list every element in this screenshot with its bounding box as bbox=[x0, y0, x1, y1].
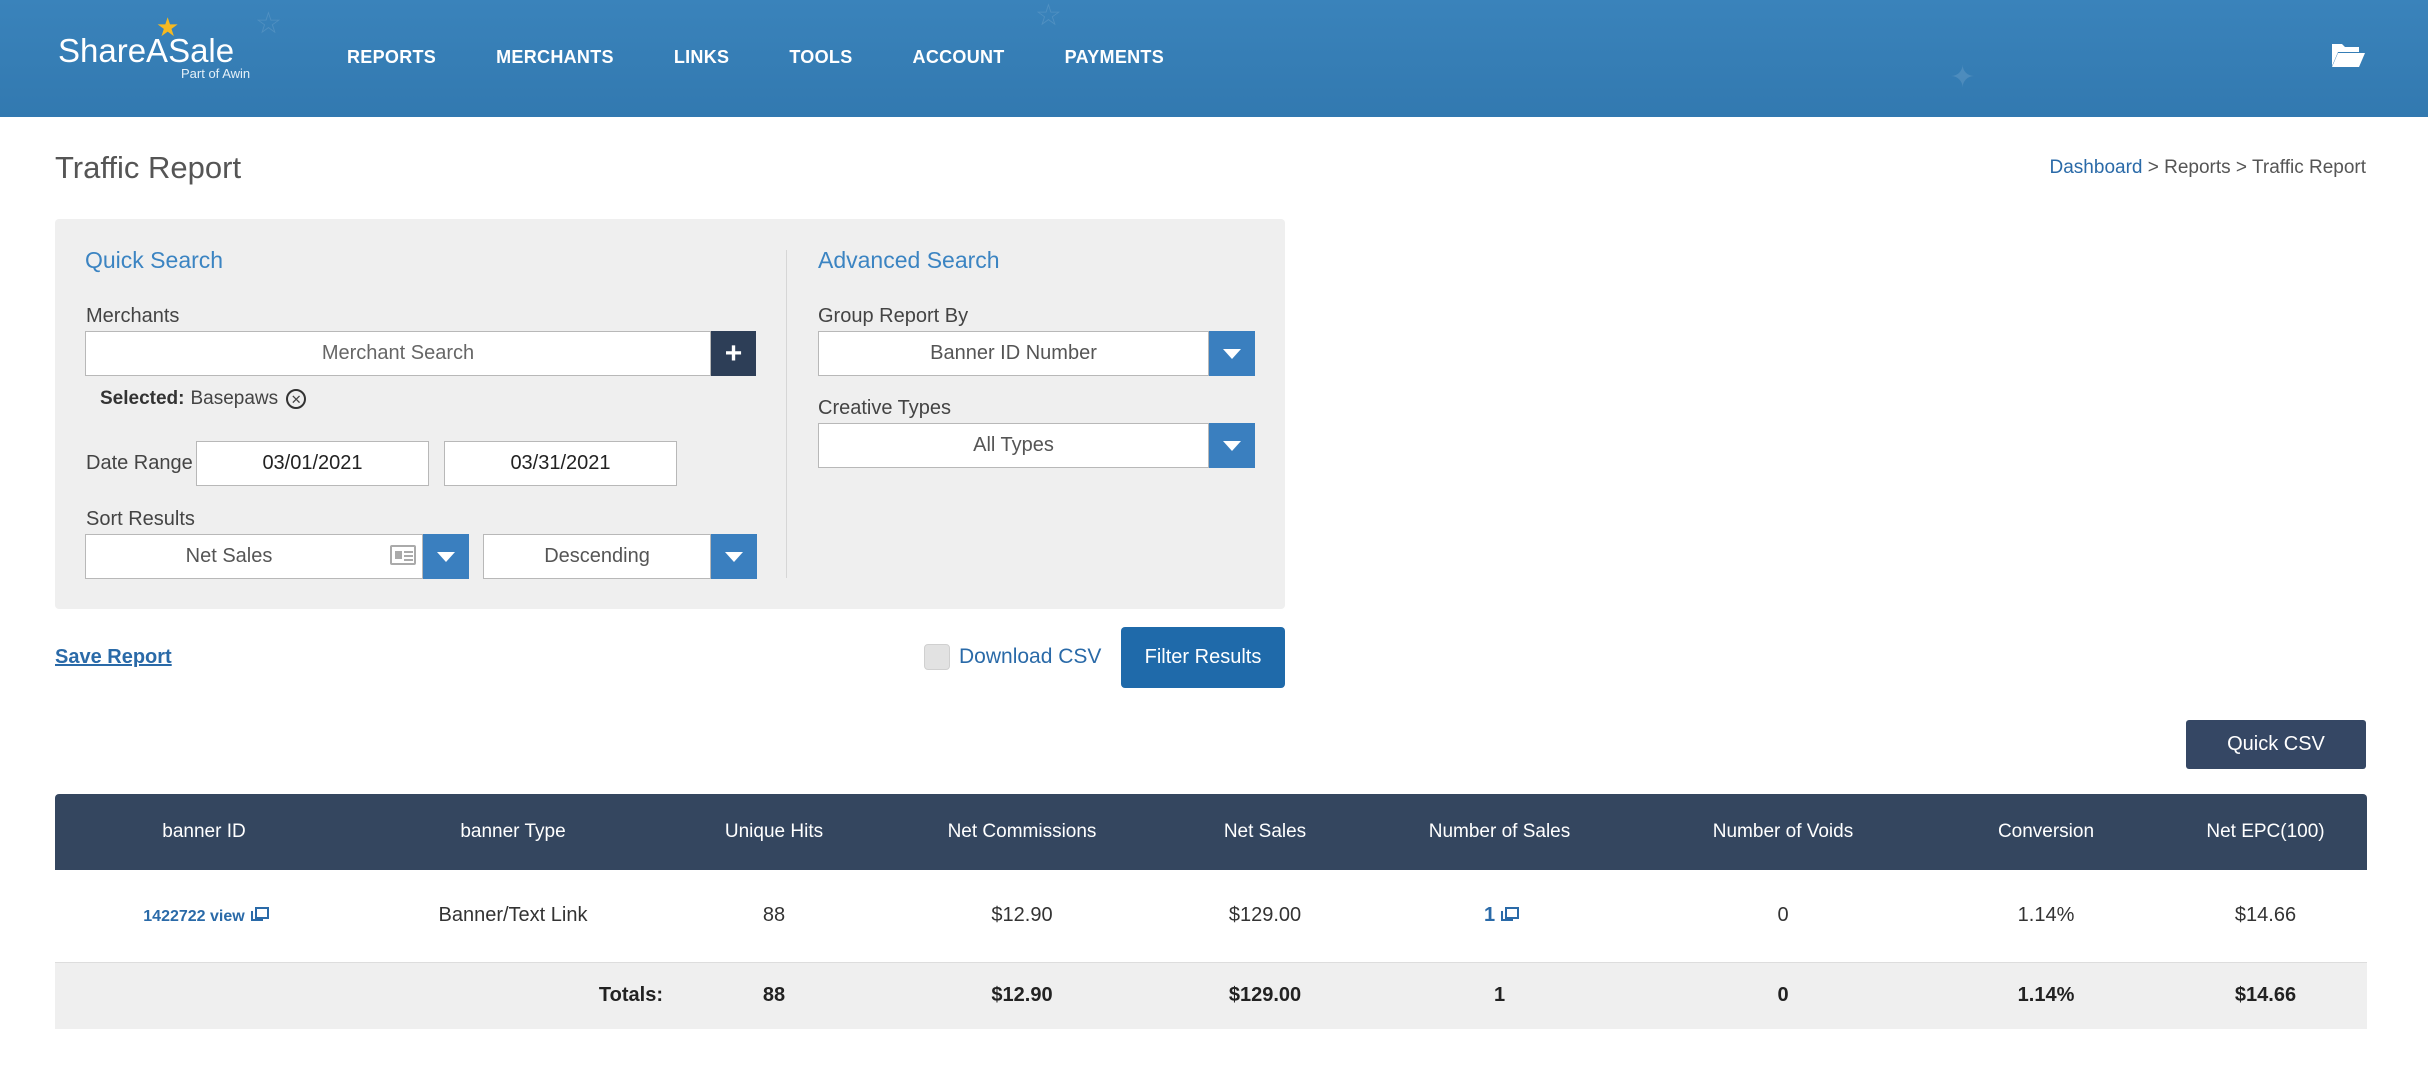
decorative-star-icon: ☆ bbox=[1035, 0, 1062, 32]
logo-text: ShareASale bbox=[58, 32, 235, 69]
decorative-comet-icon: ✦ bbox=[1950, 61, 1976, 94]
date-range-label: Date Range bbox=[86, 452, 193, 474]
page-title: Traffic Report bbox=[55, 150, 242, 185]
totals-row: Totals: 88 $12.90 $129.00 1 0 1.14% $14.… bbox=[55, 962, 2367, 1029]
filter-results-button[interactable]: Filter Results bbox=[1121, 627, 1285, 688]
plus-icon: + bbox=[724, 336, 743, 370]
decorative-star-icon: ☆ bbox=[255, 7, 282, 40]
panel-divider bbox=[786, 250, 787, 578]
table-row: 1422722 view Banner/Text Link 88 $12.90 … bbox=[55, 870, 2367, 963]
column-header[interactable]: banner ID bbox=[55, 794, 353, 870]
group-report-dropdown-button[interactable] bbox=[1209, 331, 1255, 376]
breadcrumb-trail: > Reports > Traffic Report bbox=[2142, 157, 2366, 178]
creative-types-select[interactable]: All Types bbox=[818, 423, 1209, 468]
selected-label: Selected: bbox=[100, 388, 185, 409]
breadcrumb-dashboard-link[interactable]: Dashboard bbox=[2050, 157, 2143, 178]
chevron-down-icon bbox=[437, 551, 455, 562]
nav-links[interactable]: LINKS bbox=[674, 47, 730, 68]
column-header[interactable]: Net EPC(100) bbox=[2164, 794, 2367, 870]
banner-type-cell: Banner/Text Link bbox=[353, 870, 673, 963]
selected-merchant-value: Basepaws bbox=[190, 388, 279, 409]
column-header[interactable]: Number of Voids bbox=[1638, 794, 1928, 870]
nav-tools[interactable]: TOOLS bbox=[789, 47, 852, 68]
merchant-search-input[interactable]: Merchant Search bbox=[85, 331, 711, 376]
id-card-icon bbox=[390, 545, 416, 565]
column-header[interactable]: Net Sales bbox=[1169, 794, 1361, 870]
chevron-down-icon bbox=[1223, 440, 1241, 451]
totals-net-sales: $129.00 bbox=[1169, 962, 1361, 1029]
date-from-input[interactable]: 03/01/2021 bbox=[196, 441, 429, 486]
unique-hits-cell: 88 bbox=[673, 870, 875, 963]
column-header[interactable]: banner Type bbox=[353, 794, 673, 870]
banner-id-cell: 1422722 view bbox=[55, 870, 353, 963]
column-header[interactable]: Conversion bbox=[1928, 794, 2164, 870]
number-of-voids-cell: 0 bbox=[1638, 870, 1928, 963]
table-header-row: banner ID banner Type Unique Hits Net Co… bbox=[55, 794, 2367, 870]
column-header[interactable]: Unique Hits bbox=[673, 794, 875, 870]
net-epc-cell: $14.66 bbox=[2164, 870, 2367, 963]
sort-by-select[interactable]: Net Sales bbox=[85, 534, 423, 579]
remove-merchant-icon[interactable]: ✕ bbox=[286, 389, 307, 409]
totals-unique-hits: 88 bbox=[673, 962, 875, 1029]
main-nav: REPORTS MERCHANTS LINKS TOOLS ACCOUNT PA… bbox=[347, 47, 1224, 68]
selected-merchant: Selected: Basepaws ✕ bbox=[100, 388, 307, 410]
popout-window-icon[interactable] bbox=[1501, 907, 1520, 922]
totals-number-of-sales: 1 bbox=[1361, 962, 1638, 1029]
totals-number-of-voids: 0 bbox=[1638, 962, 1928, 1029]
merchants-label: Merchants bbox=[86, 305, 180, 327]
shareasale-logo[interactable]: ★ ShareASale Part of Awin bbox=[58, 14, 258, 84]
number-of-sales-cell: 1 bbox=[1361, 870, 1638, 963]
number-of-sales-link[interactable]: 1 bbox=[1484, 904, 1495, 926]
quick-search-title: Quick Search bbox=[85, 247, 224, 273]
download-csv-checkbox[interactable] bbox=[924, 644, 950, 670]
nav-payments[interactable]: PAYMENTS bbox=[1065, 47, 1164, 68]
chevron-down-icon bbox=[725, 551, 743, 562]
creative-types-label: Creative Types bbox=[818, 397, 952, 419]
nav-account[interactable]: ACCOUNT bbox=[913, 47, 1005, 68]
totals-net-epc: $14.66 bbox=[2164, 962, 2367, 1029]
totals-label: Totals: bbox=[353, 962, 673, 1029]
top-navigation-bar: ☆ ☆ ✦ ★ ShareASale Part of Awin REPORTS … bbox=[0, 0, 2428, 117]
traffic-report-table: banner ID banner Type Unique Hits Net Co… bbox=[55, 794, 2367, 1029]
nav-merchants[interactable]: MERCHANTS bbox=[496, 47, 614, 68]
banner-id-link[interactable]: 1422722 view bbox=[143, 908, 244, 925]
column-header[interactable]: Number of Sales bbox=[1361, 794, 1638, 870]
breadcrumb: Dashboard > Reports > Traffic Report bbox=[2050, 157, 2366, 179]
chevron-down-icon bbox=[1223, 348, 1241, 359]
sort-order-dropdown-button[interactable] bbox=[711, 534, 757, 579]
group-report-select[interactable]: Banner ID Number bbox=[818, 331, 1209, 376]
sort-results-label: Sort Results bbox=[86, 508, 195, 530]
sort-by-dropdown-button[interactable] bbox=[423, 534, 469, 579]
column-header[interactable]: Net Commissions bbox=[875, 794, 1169, 870]
quick-csv-button[interactable]: Quick CSV bbox=[2186, 720, 2366, 769]
conversion-cell: 1.14% bbox=[1928, 870, 2164, 963]
net-sales-cell: $129.00 bbox=[1169, 870, 1361, 963]
date-to-input[interactable]: 03/31/2021 bbox=[444, 441, 677, 486]
creative-types-dropdown-button[interactable] bbox=[1209, 423, 1255, 468]
save-report-link[interactable]: Save Report bbox=[55, 646, 172, 669]
advanced-search-title: Advanced Search bbox=[818, 247, 1000, 273]
popout-window-icon[interactable] bbox=[250, 907, 269, 922]
folder-open-icon[interactable] bbox=[2330, 40, 2366, 70]
totals-spacer bbox=[55, 962, 353, 1029]
nav-reports[interactable]: REPORTS bbox=[347, 47, 436, 68]
totals-conversion: 1.14% bbox=[1928, 962, 2164, 1029]
sort-order-select[interactable]: Descending bbox=[483, 534, 711, 579]
add-merchant-button[interactable]: + bbox=[711, 331, 756, 376]
download-csv-label[interactable]: Download CSV bbox=[959, 645, 1101, 669]
group-report-label: Group Report By bbox=[818, 305, 969, 327]
logo-subtext: Part of Awin bbox=[181, 66, 251, 81]
net-commissions-cell: $12.90 bbox=[875, 870, 1169, 963]
totals-net-commissions: $12.90 bbox=[875, 962, 1169, 1029]
